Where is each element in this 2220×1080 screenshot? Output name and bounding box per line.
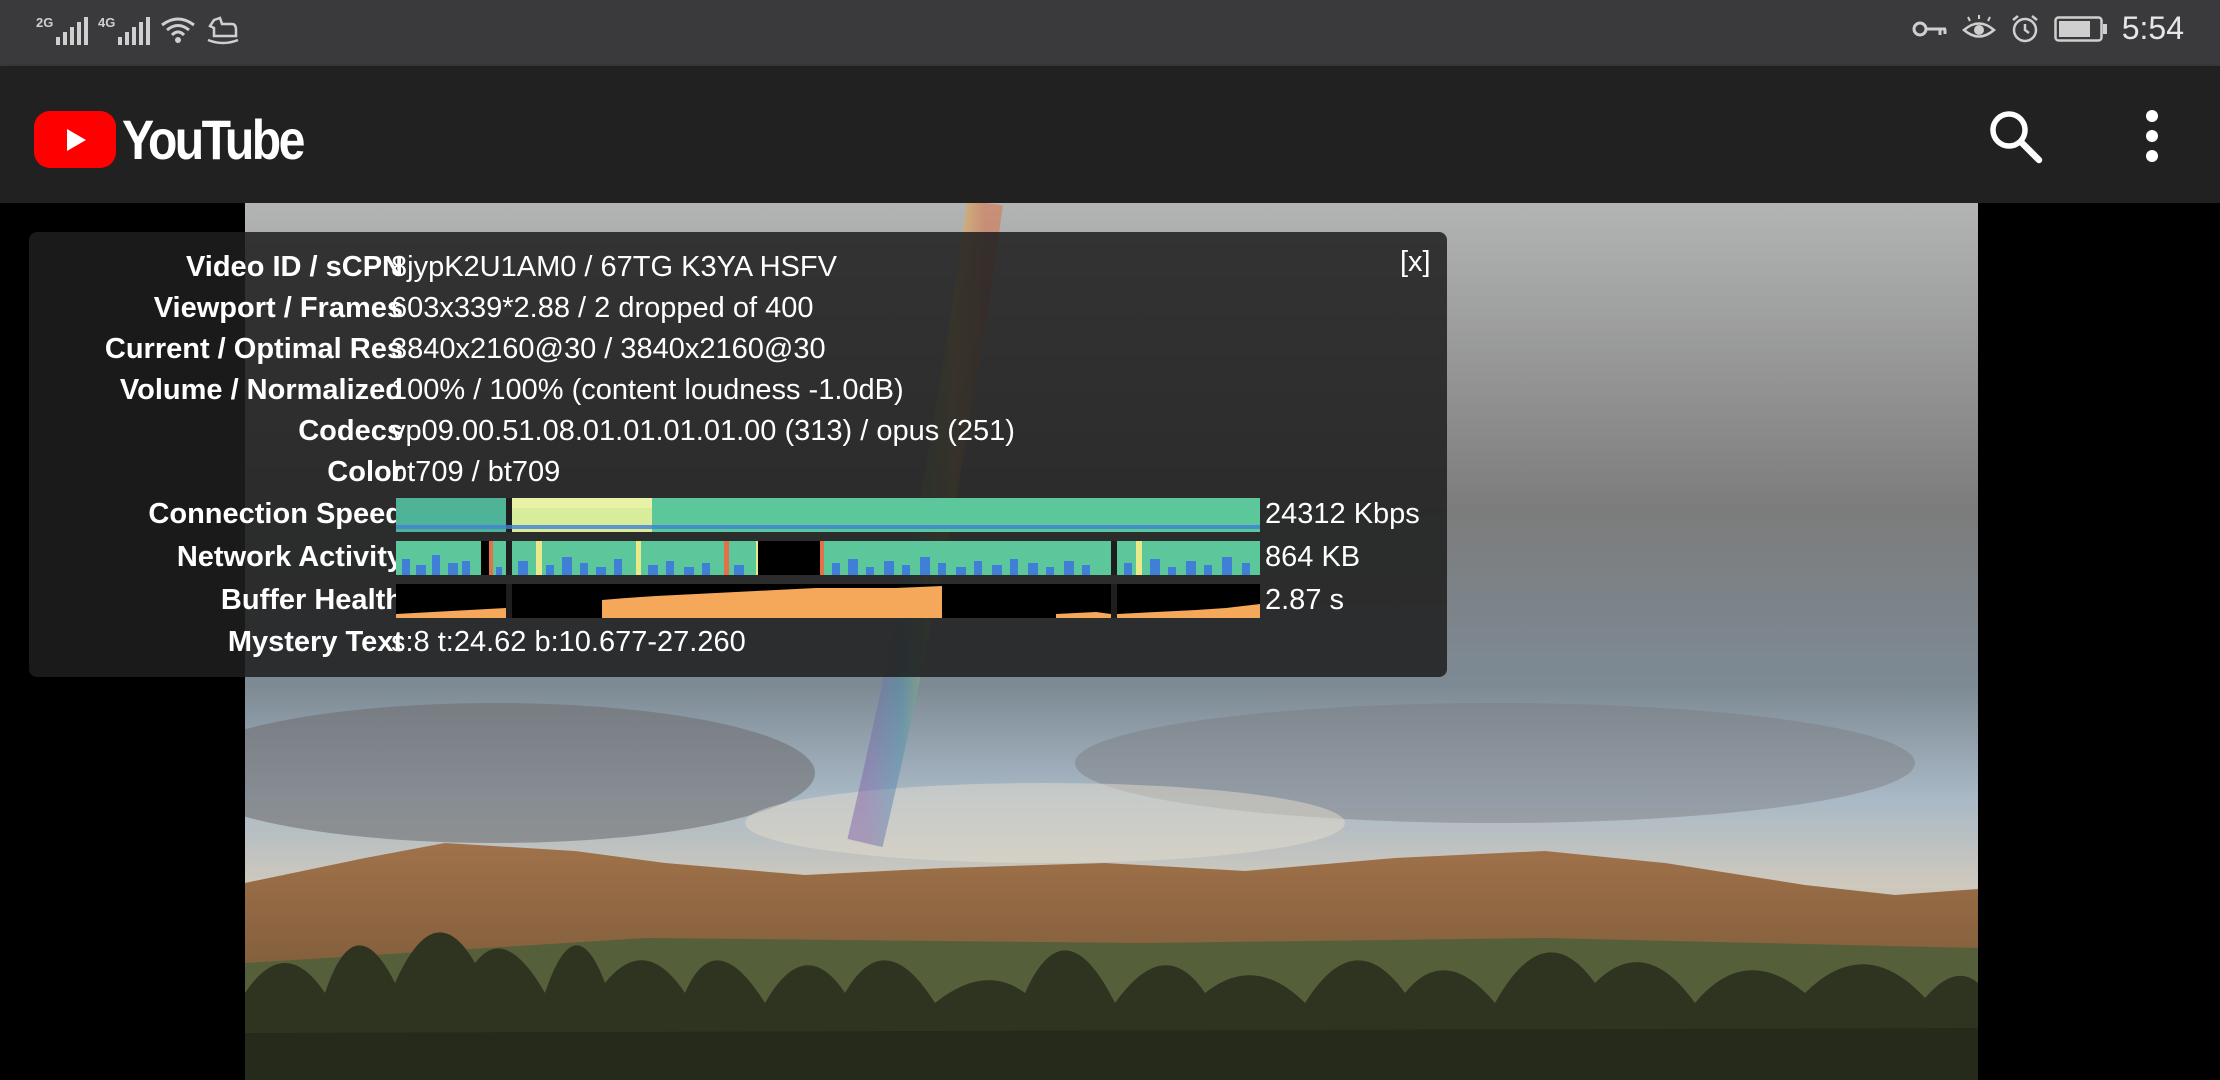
- stats-row-buffer-health: Buffer Health 2.87 s: [29, 580, 1447, 620]
- connection-speed-graph: [396, 498, 1260, 532]
- network-activity-graph: [396, 541, 1260, 575]
- status-right: 5:54: [1912, 10, 2184, 47]
- eye-icon: [1961, 14, 1996, 38]
- stats-value: bt709 / bt709: [391, 456, 561, 488]
- stats-label: Mystery Text: [227, 626, 403, 658]
- sim2-network-type: 4G: [98, 15, 116, 30]
- stats-row-viewport: Viewport / Frames 603x339*2.88 / 2 dropp…: [29, 288, 1447, 328]
- youtube-play-icon: [34, 111, 116, 168]
- stats-graph-value: 2.87 s: [1265, 584, 1344, 616]
- status-left: 2G 4G: [36, 14, 240, 46]
- buffer-health-graph: [396, 584, 1260, 618]
- stats-label: Viewport / Frames: [153, 292, 403, 324]
- stats-label: Current / Optimal Res: [104, 333, 403, 365]
- stats-label: Codecs: [298, 415, 403, 447]
- more-vert-icon[interactable]: [2130, 106, 2174, 166]
- search-icon[interactable]: [1985, 106, 2045, 166]
- stats-row-resolution: Current / Optimal Res 3840x2160@30 / 384…: [29, 329, 1447, 369]
- stats-label: Buffer Health: [220, 584, 403, 616]
- stats-label: Video ID / sCPN: [185, 251, 403, 283]
- stats-value: s:8 t:24.62 b:10.677-27.260: [391, 626, 746, 658]
- stats-value: vp09.00.51.08.01.01.01.01.00 (313) / opu…: [391, 415, 1015, 447]
- battery-icon: [2053, 15, 2107, 42]
- sim1-network-type: 2G: [36, 15, 54, 30]
- stats-row-codecs: Codecs vp09.00.51.08.01.01.01.01.00 (313…: [29, 411, 1447, 451]
- wifi-icon: [161, 17, 195, 43]
- stats-label: Network Activity: [176, 541, 403, 573]
- status-bar: 2G 4G 5:54: [0, 0, 2220, 66]
- stats-value: 603x339*2.88 / 2 dropped of 400: [391, 292, 814, 324]
- stats-label: Connection Speed: [148, 498, 403, 530]
- signal-icon: 2G: [36, 15, 88, 45]
- stats-row-color: Color bt709 / bt709: [29, 452, 1447, 492]
- stats-graph-value: 24312 Kbps: [1265, 498, 1420, 530]
- app-name: YouTube: [122, 108, 305, 171]
- stats-row-volume: Volume / Normalized 100% / 100% (content…: [29, 370, 1447, 410]
- stats-value: 100% / 100% (content loudness -1.0dB): [391, 374, 904, 406]
- stats-row-network-activity: Network Activity 864 KB: [29, 537, 1447, 577]
- stats-row-connection-speed: Connection Speed 24312 Kbps: [29, 494, 1447, 534]
- status-clock: 5:54: [2121, 10, 2184, 46]
- stats-for-nerds-panel: [x] Video ID / sCPN 8jypK2U1AM0 / 67TG K…: [29, 232, 1447, 677]
- signal-icon: 4G: [98, 15, 150, 45]
- stats-value: 8jypK2U1AM0 / 67TG K3YA HSFV: [391, 251, 837, 283]
- key-icon: [1912, 21, 1947, 36]
- app-bar: YouTube: [0, 66, 2220, 203]
- stats-value: 3840x2160@30 / 3840x2160@30: [391, 333, 826, 365]
- stats-row-video-id: Video ID / sCPN 8jypK2U1AM0 / 67TG K3YA …: [29, 247, 1447, 287]
- rocking-horse-icon: [207, 16, 239, 45]
- stats-label: Volume / Normalized: [119, 374, 403, 406]
- youtube-logo[interactable]: YouTube: [34, 107, 332, 172]
- alarm-icon: [2011, 14, 2038, 42]
- stats-graph-value: 864 KB: [1265, 541, 1361, 573]
- stats-row-mystery-text: Mystery Text s:8 t:24.62 b:10.677-27.260: [29, 622, 1447, 662]
